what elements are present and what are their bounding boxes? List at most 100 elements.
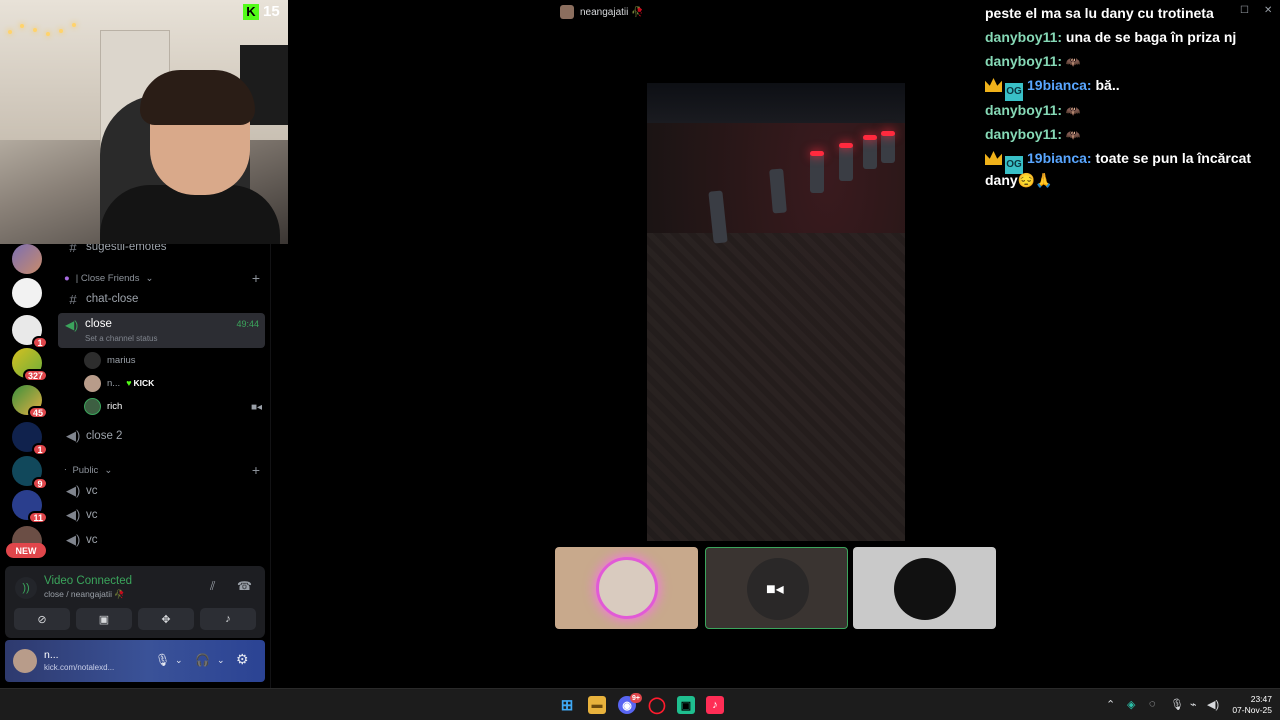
chat-message: dany😔🙏: [985, 172, 1053, 189]
server-icon[interactable]: 11: [12, 490, 48, 524]
voice-channel-vc[interactable]: ◀) vc: [60, 480, 264, 502]
message-text: peste el ma sa lu dany cu trotineta: [985, 5, 1214, 21]
connection-channel[interactable]: close / neangajatii 🥀: [44, 589, 125, 600]
speaker-icon: ◀): [66, 532, 81, 547]
category-public[interactable]: ᐧ Public ⌄ +: [64, 462, 260, 478]
server-icon[interactable]: 1: [12, 422, 48, 456]
member-name: n...: [107, 377, 121, 389]
category-emoji-icon: ●: [64, 272, 70, 284]
microphone-icon[interactable]: 🎙: [155, 653, 170, 667]
server-icon[interactable]: 45: [12, 385, 48, 419]
add-channel-button[interactable]: +: [252, 270, 260, 286]
category-close-friends[interactable]: ● | Close Friends ⌄ +: [64, 270, 260, 286]
network-icon[interactable]: ⌁: [1190, 698, 1197, 711]
message-text: bă..: [1095, 77, 1120, 93]
avatar: [84, 397, 101, 415]
activities-button[interactable]: ✥: [138, 608, 194, 630]
server-icon[interactable]: 1: [12, 315, 48, 349]
avatar: [894, 558, 956, 620]
chat-message: danyboy11: una de se baga în priza nj: [985, 29, 1236, 45]
desktop: K 15 neangajatii 🥀 ☐ ✕ 1 327 45 1 9 11 N…: [0, 0, 1280, 720]
channel-chat-close[interactable]: # chat-close: [60, 288, 264, 310]
chevron-down-icon[interactable]: ⌄: [217, 655, 225, 666]
avatar[interactable]: [13, 649, 37, 673]
call-timer: 49:44: [236, 319, 259, 329]
voice-channel-close-2[interactable]: ◀) close 2: [60, 425, 264, 447]
chevron-up-icon[interactable]: ⌃: [1106, 698, 1115, 711]
microphone-icon[interactable]: 🎙: [1170, 698, 1184, 711]
tray-app-icon[interactable]: ◌: [1149, 698, 1156, 710]
windows-taskbar: ⊞ ▬ ◉ 9+ ◯ ▣ ♪ ⌃ ◈ ◌ 🎙 ⌁ ◀) 23:47 07-Nov…: [0, 688, 1280, 720]
message-text: una de se baga în priza nj: [1065, 29, 1237, 45]
close-window-button[interactable]: ✕: [1264, 5, 1272, 16]
kick-live-badge: ♥ KICK: [126, 378, 155, 388]
chat-username[interactable]: 19bianca:: [1027, 150, 1092, 166]
emote-icon: 🦇: [1065, 104, 1081, 118]
voice-channel-close[interactable]: ◀) close Set a channel status 49:44: [58, 313, 265, 348]
chat-username[interactable]: danyboy11:: [985, 29, 1062, 45]
voice-member[interactable]: marius: [84, 350, 136, 370]
member-name: rich: [107, 400, 123, 412]
kick-studio-icon[interactable]: ▣: [677, 696, 695, 714]
participant-tile[interactable]: [555, 547, 698, 629]
chat-username[interactable]: danyboy11:: [985, 102, 1062, 118]
headphones-icon[interactable]: 🎧: [195, 653, 210, 667]
voice-connection-panel: )) Video Connected close / neangajatii 🥀…: [5, 566, 265, 638]
soundboard-button[interactable]: ♪: [200, 608, 256, 630]
chat-message: danyboy11: 🦇: [985, 126, 1081, 142]
channel-status[interactable]: Set a channel status: [85, 334, 158, 343]
emote-icon: 🦇: [1065, 128, 1081, 142]
user-panel: n... kick.com/notalexd... 🎙 ⌄ 🎧 ⌄ ⚙: [5, 640, 265, 682]
chevron-down-icon[interactable]: ⌄: [175, 655, 183, 666]
noise-suppression-icon[interactable]: ⫽: [210, 579, 215, 594]
opera-icon[interactable]: ◯: [648, 696, 666, 714]
participant-tile[interactable]: [853, 547, 996, 629]
server-badge: 1: [32, 336, 48, 349]
chat-username[interactable]: danyboy11:: [985, 53, 1062, 69]
server-badge: 9: [32, 477, 48, 490]
add-channel-button[interactable]: +: [252, 462, 260, 478]
channel-label: chat-close: [86, 293, 139, 305]
main-video-stream[interactable]: [647, 83, 905, 541]
channel-label: close 2: [86, 430, 123, 442]
new-server-badge: NEW: [6, 543, 46, 558]
maximize-button[interactable]: ☐: [1240, 5, 1249, 16]
volume-icon[interactable]: ◀): [1207, 698, 1219, 711]
disconnect-icon[interactable]: ☎: [237, 579, 252, 593]
server-icon[interactable]: [12, 244, 42, 274]
voice-channel-vc[interactable]: ◀) vc: [60, 529, 264, 551]
gear-icon[interactable]: ⚙: [236, 651, 249, 668]
channel-label: vc: [86, 485, 98, 497]
streamer-webcam: K 15: [0, 0, 288, 244]
server-icon[interactable]: 9: [12, 456, 48, 490]
server-icon[interactable]: [12, 278, 42, 308]
video-camera-icon: ■◂: [250, 402, 262, 413]
chat-username[interactable]: 19bianca:: [1027, 77, 1092, 93]
signal-icon[interactable]: )): [15, 577, 37, 599]
server-icon[interactable]: 327: [12, 348, 48, 382]
crown-icon: [985, 151, 1002, 165]
speaker-icon: ◀): [66, 483, 81, 498]
voice-controls: ⊘ ▣ ✥ ♪: [14, 608, 256, 630]
system-clock[interactable]: 23:47 07-Nov-25: [1226, 694, 1272, 716]
tray-app-icon[interactable]: ◈: [1127, 698, 1135, 711]
screen-share-button[interactable]: ▣: [76, 608, 132, 630]
participant-tile[interactable]: ■◂: [705, 547, 848, 629]
server-badge: 1: [32, 443, 48, 456]
message-text: toate se pun la încărcat: [1095, 150, 1252, 166]
speaker-icon: ◀): [65, 318, 79, 332]
voice-member[interactable]: rich: [84, 396, 122, 416]
file-explorer-icon[interactable]: ▬: [588, 696, 606, 714]
server-badge: 327: [22, 369, 48, 382]
custom-status: kick.com/notalexd...: [44, 663, 115, 672]
window-title: neangajatii 🥀: [560, 4, 644, 20]
server-badge: 11: [28, 511, 48, 524]
tiktok-icon[interactable]: ♪: [706, 696, 724, 714]
discord-badge: 9+: [630, 693, 642, 703]
voice-member[interactable]: n... ♥ KICK: [84, 373, 154, 393]
voice-channel-vc[interactable]: ◀) vc: [60, 504, 264, 526]
camera-off-button[interactable]: ⊘: [14, 608, 70, 630]
chat-username[interactable]: danyboy11:: [985, 126, 1062, 142]
chat-message: OG 19bianca: bă..: [985, 77, 1120, 101]
windows-start-icon[interactable]: ⊞: [558, 696, 576, 714]
